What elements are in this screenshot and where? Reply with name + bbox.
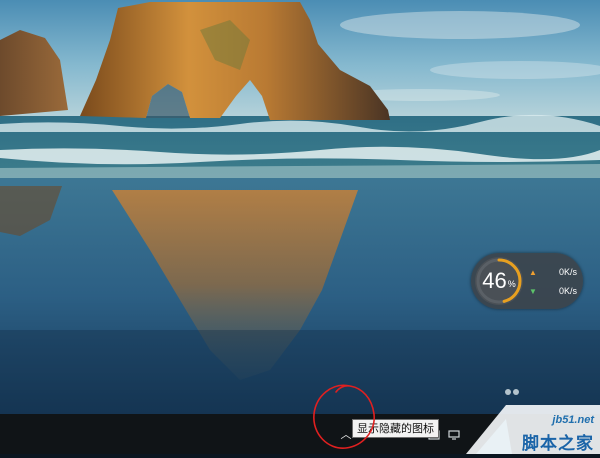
upload-speed-row: ▲ 0K/s [529,265,577,279]
desktop: 46% ▲ 0K/s ▼ 0K/s [0,0,600,414]
tray-monitor-icon[interactable] [448,430,460,440]
wallpaper-beach-arch [0,0,600,414]
usage-percent: 46 [482,268,507,293]
upload-arrow-icon: ▲ [529,267,537,277]
show-hidden-icons-tooltip: 显示隐藏的图标 [352,419,439,438]
usage-readout: 46% [473,255,525,307]
download-speed: 0K/s [558,286,577,296]
watermark-brand: 脚本之家 [522,434,594,454]
download-arrow-icon: ▼ [529,286,537,296]
upload-speed: 0K/s [558,267,577,277]
site-watermark: jb51.net 脚本之家 [466,405,600,454]
chevron-up-icon[interactable]: ︿ [339,428,353,442]
usage-percent-unit: % [507,279,516,289]
watermark-domain: jb51.net [552,414,594,426]
network-speed-widget[interactable]: 46% ▲ 0K/s ▼ 0K/s [471,253,583,309]
download-speed-row: ▼ 0K/s [529,284,577,298]
